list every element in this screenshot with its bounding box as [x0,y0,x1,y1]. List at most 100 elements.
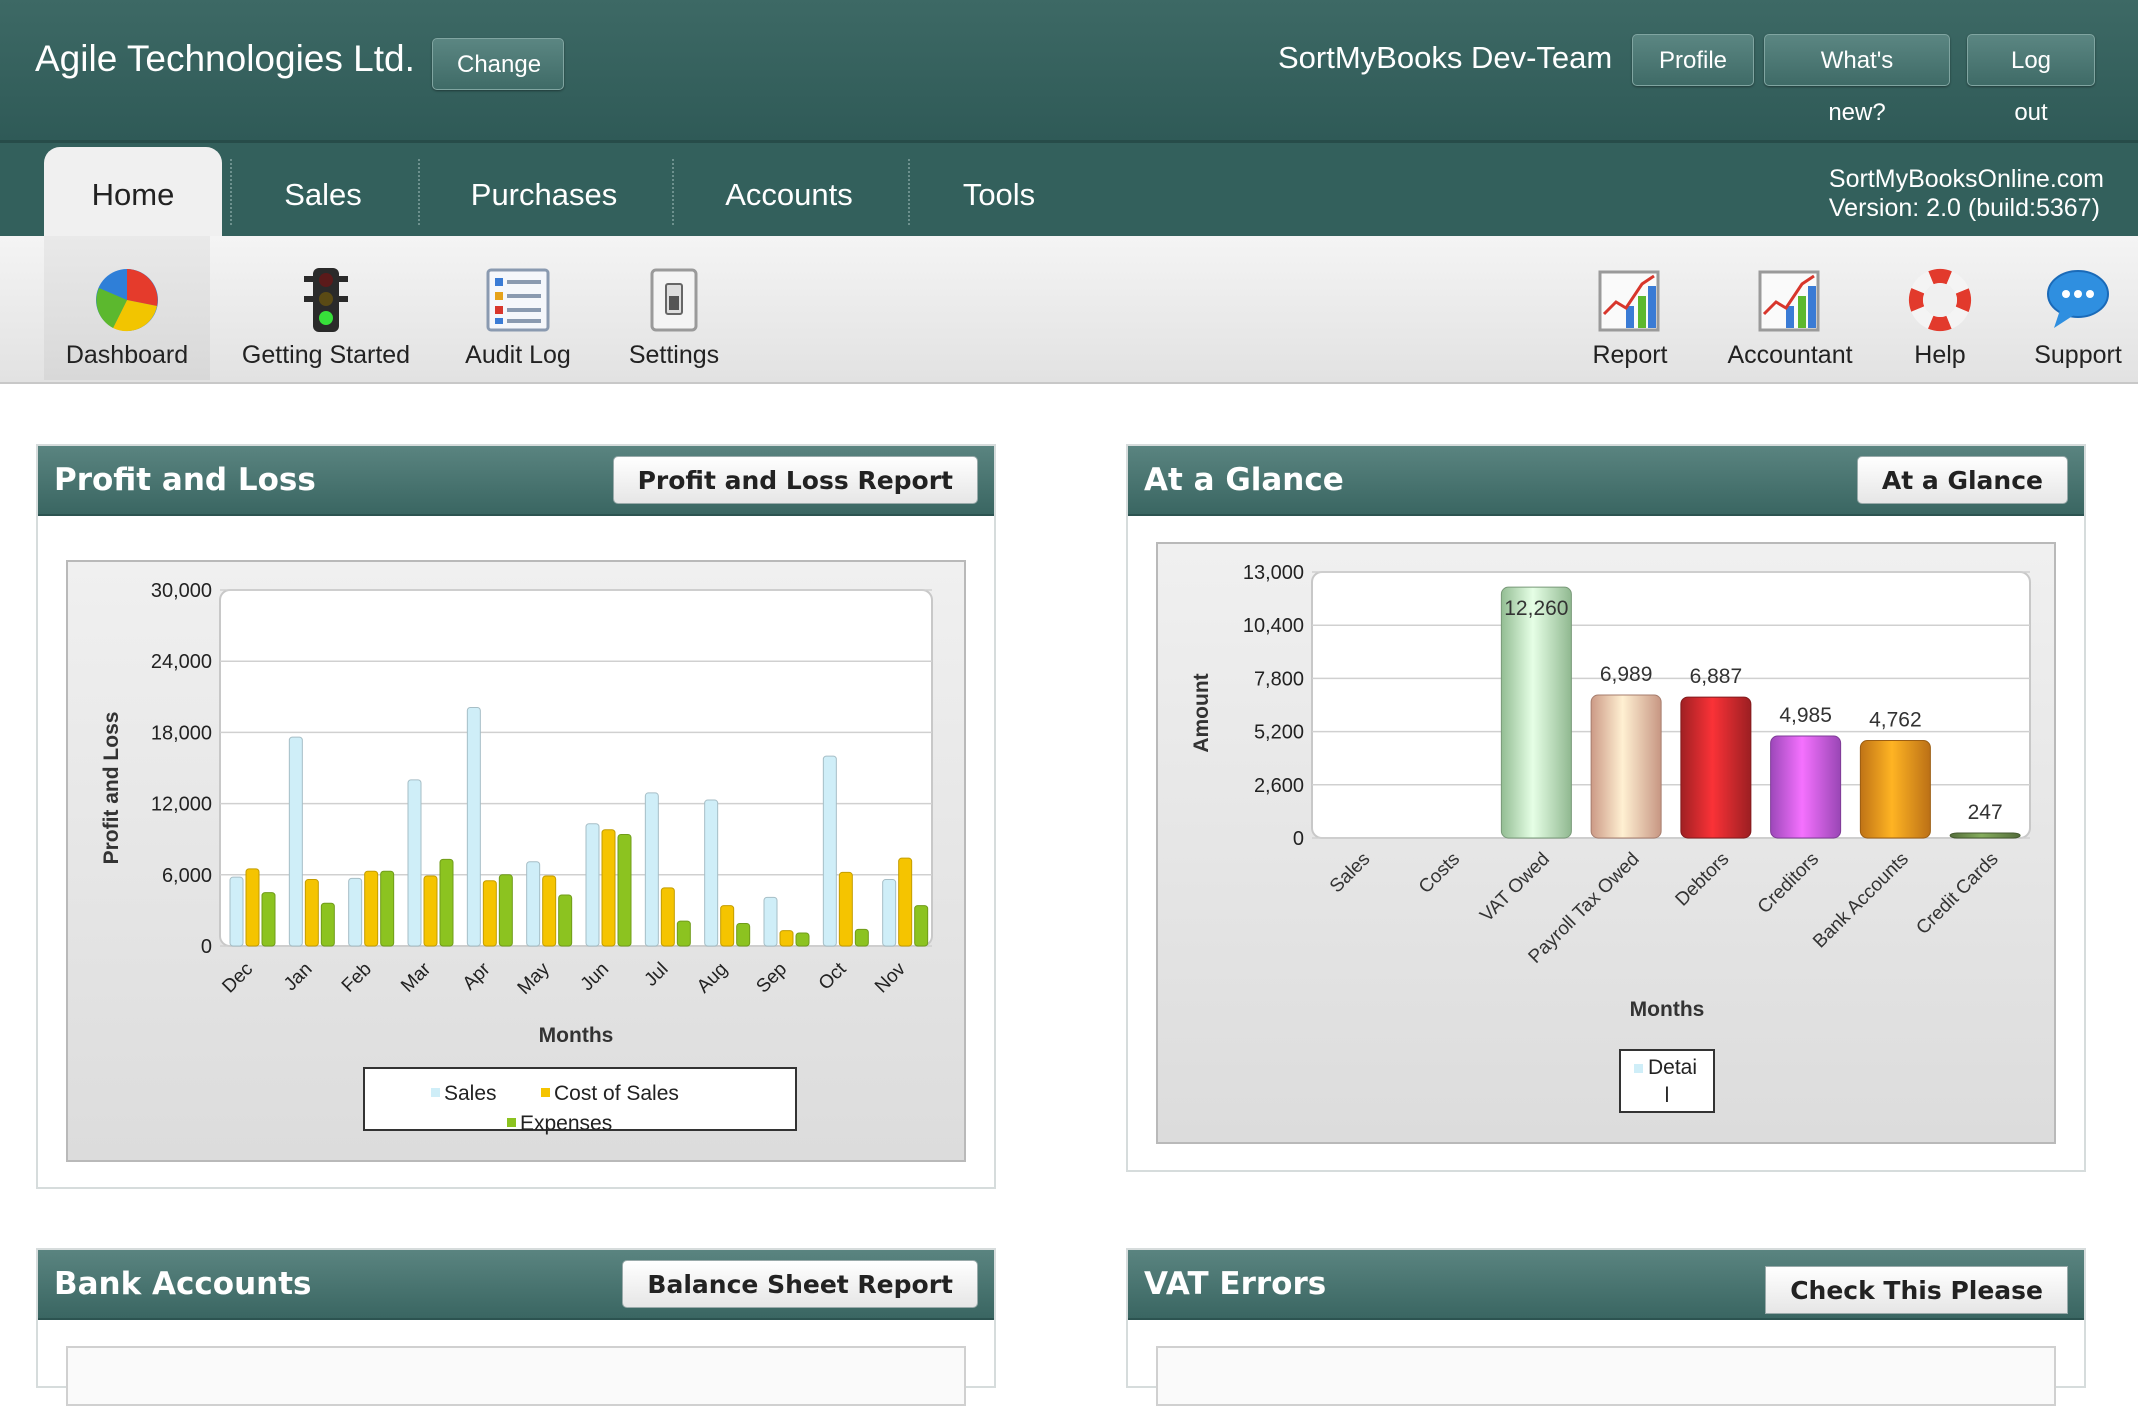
bar-sales [407,779,422,947]
toolbar-support[interactable]: Support [2020,236,2136,380]
bar-cost-of-sales [660,887,675,947]
bar-payroll-tax-owed [1590,694,1662,839]
logout-button[interactable]: Log out [1967,34,2095,126]
change-company-button[interactable]: Change [432,38,564,90]
vat-errors-panel: VAT Errors Check This Please [1126,1248,2086,1406]
legend-label: Cost of Sales [554,1082,679,1105]
toolbar-audit-log[interactable]: Audit Log [448,236,588,380]
profit-loss-report-button[interactable]: Profit and Loss Report [612,456,978,504]
x-axis-title: Months [1630,998,1705,1021]
bar-cost-of-sales [838,871,853,947]
x-tick-label: Credit Cards [1912,849,2002,939]
toolbar-dashboard[interactable]: Dashboard [44,236,210,380]
bar-cost-of-sales [245,868,260,947]
balance-sheet-report-button[interactable]: Balance Sheet Report [622,1260,978,1308]
bank-accounts-body [66,1346,966,1406]
x-tick-label: Jan [280,959,317,996]
x-tick-label: Costs [1415,849,1464,898]
toolbar-label: Help [1914,341,1966,369]
x-tick-label: Nov [871,958,910,997]
vat-errors-body [1156,1346,2056,1406]
tab-tools[interactable]: Tools [914,147,1084,236]
panel-title: Profit and Loss [54,462,316,498]
bar-expenses [498,874,513,947]
bar-sales [644,792,659,947]
bar-expenses [320,902,335,947]
y-tick-label: 13,000 [1243,562,1304,584]
x-tick-label: Creditors [1754,849,1823,918]
toolbar-label: Support [2034,341,2122,369]
y-tick-label: 18,000 [151,722,212,744]
x-tick-label: Sep [752,959,791,998]
bar-cost-of-sales [898,857,913,947]
y-tick-label: 10,400 [1243,615,1304,637]
toolbar-label: Dashboard [65,341,189,369]
legend-label: Expenses [520,1112,612,1135]
profile-button[interactable]: Profile [1632,34,1754,86]
legend-swatch [541,1088,550,1097]
bar-cost-of-sales [720,905,735,947]
bar-cost-of-sales [601,829,616,947]
x-tick-label: Mar [397,958,435,996]
toolbar-accountant[interactable]: Accountant [1720,236,1860,380]
bar-sales [822,755,837,947]
y-tick-label: 24,000 [151,651,212,673]
check-this-please-button[interactable]: Check This Please [1765,1266,2068,1314]
at-a-glance-panel: At a Glance At a Glance 13,000 10,400 7,80… [1126,444,2086,1172]
x-tick-label: Sales [1326,849,1374,897]
accountant-chart-icon [1758,270,1820,332]
x-tick-label: Debtors [1672,849,1734,911]
tab-sales[interactable]: Sales [236,147,410,236]
tab-divider [418,159,420,225]
tab-accounts[interactable]: Accounts [678,147,900,236]
x-tick-label: May [514,958,555,999]
chat-bubble-icon [2047,270,2109,328]
data-label: 247 [1968,801,2003,824]
bar-sales [526,861,541,947]
legend-swatch [431,1088,440,1097]
main-nav: Home Sales Purchases Accounts Tools Sort… [0,143,2138,236]
toolbar-settings[interactable]: Settings [610,236,738,380]
data-label: 4,762 [1869,709,1922,732]
pie-chart-icon [96,269,158,332]
version-label: Version: 2.0 (build:5367) [1828,194,2100,222]
sub-toolbar: Dashboard Getting Started Audit Log Sett… [0,236,2138,384]
profit-loss-chart: 30,000 24,000 18,000 12,000 6,000 0 Dec Jan Feb M… [100,580,933,1135]
bank-accounts-panel: Bank Accounts Balance Sheet Report [36,1248,996,1406]
bar-sales [229,876,244,947]
bar-expenses [795,932,810,947]
x-tick-label: Apr [459,958,495,994]
tab-purchases[interactable]: Purchases [424,147,664,236]
bar-creditors [1770,735,1842,839]
traffic-light-icon [304,268,348,332]
tab-home[interactable]: Home [44,147,222,236]
tab-divider [908,159,910,225]
panel-header: Profit and Loss Profit and Loss Report [38,446,994,516]
y-tick-label: 7,800 [1254,668,1304,690]
x-axis-title: Months [539,1024,614,1047]
bar-expenses [261,892,276,947]
legend-label: Detai [1648,1056,1697,1079]
switch-icon [650,268,698,332]
top-header: Agile Technologies Ltd. Change SortMyBoo… [0,0,2138,143]
legend-swatch [507,1118,516,1127]
toolbar-label: Getting Started [241,341,411,369]
profit-loss-panel: Profit and Loss Profit and Loss Report 3… [36,444,996,1189]
profit-loss-chart-area: 30,000 24,000 18,000 12,000 6,000 0 Dec Jan Feb M… [66,560,966,1162]
bar-sales [585,823,600,947]
toolbar-report[interactable]: Report [1580,236,1680,380]
tab-divider [672,159,674,225]
bar-cost-of-sales [542,875,557,947]
tab-divider [230,159,232,225]
bar-vat-owed [1500,586,1572,839]
toolbar-getting-started[interactable]: Getting Started [236,236,416,380]
toolbar-help[interactable]: Help [1890,236,1990,380]
toolbar-label: Report [1592,341,1668,369]
x-tick-label: Jun [577,959,614,996]
y-tick-label: 2,600 [1254,775,1304,797]
at-a-glance-button[interactable]: At a Glance [1856,456,2068,504]
y-tick-label: 30,000 [151,580,212,602]
bar-expenses [736,922,751,947]
whats-new-button[interactable]: What's new? [1764,34,1950,126]
team-name: SortMyBooks Dev-Team [1278,40,1613,75]
